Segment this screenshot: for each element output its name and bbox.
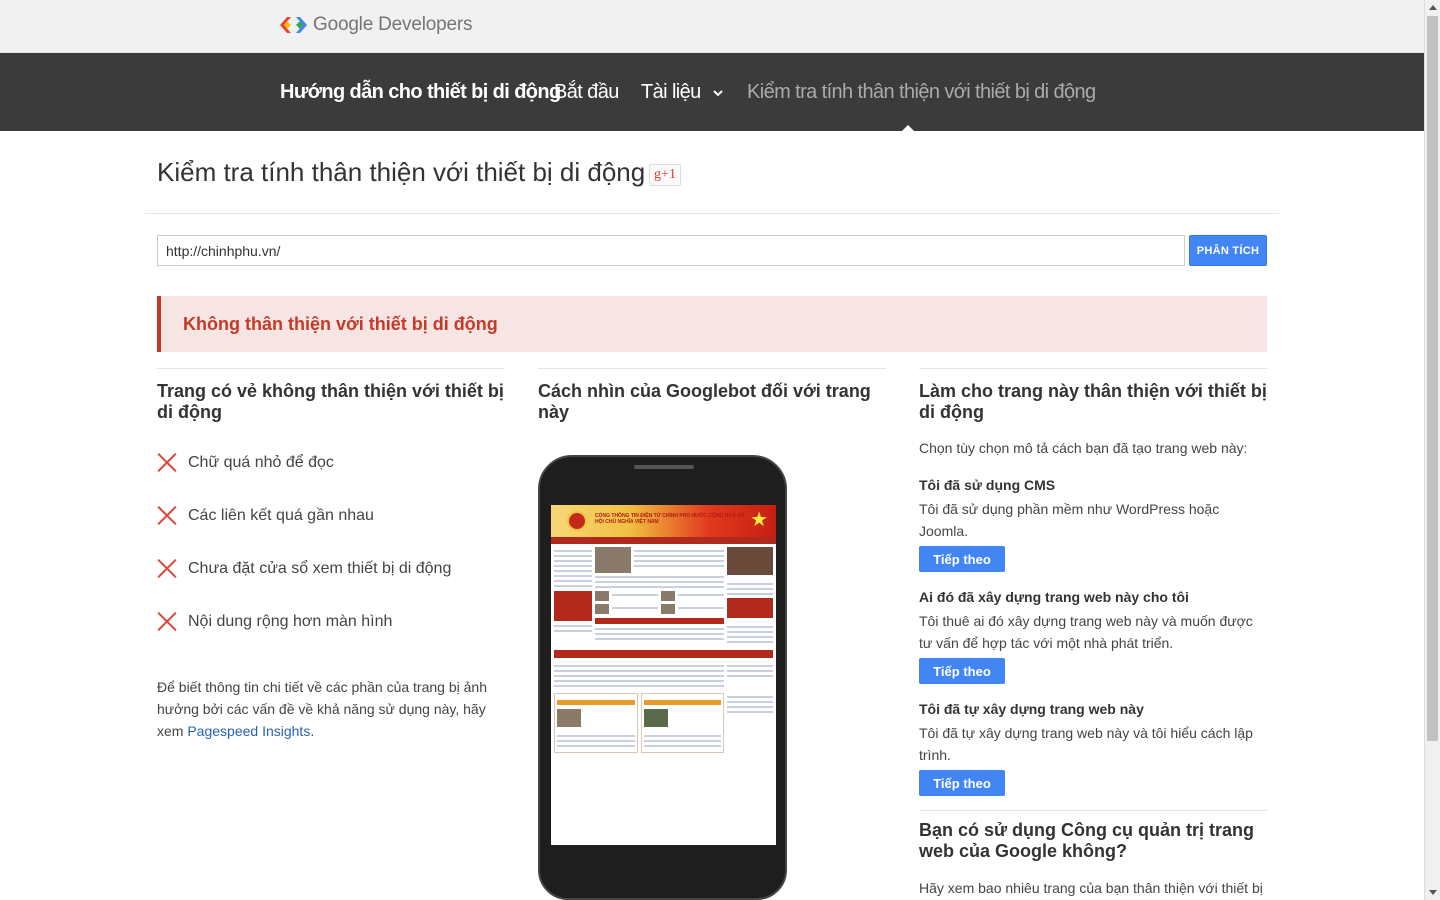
phone-speaker <box>634 465 694 469</box>
option-desc: Tôi đã tự xây dựng trang web này và tôi … <box>919 725 1253 763</box>
gplus-button[interactable]: g+1 <box>649 164 681 186</box>
result-banner-text: Không thân thiện với thiết bị di động <box>183 314 498 334</box>
fix-heading: Làm cho trang này thân thiện với thiết b… <box>919 368 1267 423</box>
x-icon <box>157 611 178 632</box>
scrollbar-thumb[interactable] <box>1427 16 1438 741</box>
x-icon <box>157 452 178 473</box>
screen-left-col <box>554 547 592 646</box>
divider <box>919 810 1267 811</box>
screen-body <box>551 544 776 756</box>
nav-start[interactable]: Bắt đầu <box>554 81 619 104</box>
detail-suffix: . <box>310 723 315 739</box>
nav-active-indicator <box>902 125 914 131</box>
flag-star-icon: ★ <box>750 509 768 531</box>
scrollbar[interactable] <box>1424 0 1440 900</box>
issue-item: Các liên kết quá gần nhau <box>157 505 374 526</box>
chevron-down-icon <box>712 90 723 97</box>
webmaster-tools-desc: Hãy xem bao nhiêu trang của bạn thân thi… <box>919 880 1263 896</box>
result-banner: Không thân thiện với thiết bị di động <box>157 296 1267 352</box>
top-bar: Google Developers <box>0 0 1424 53</box>
url-input[interactable] <box>157 235 1185 266</box>
developers-logo-icon <box>280 17 307 33</box>
nav-docs-label: Tài liệu <box>641 81 701 103</box>
screen-menu <box>551 537 776 544</box>
issue-item: Chưa đặt cửa sổ xem thiết bị di động <box>157 558 451 579</box>
emblem-icon <box>567 511 587 531</box>
screen-header-title: CỔNG THÔNG TIN ĐIỆN TỬ CHÍNH PHỦ NƯỚC CỘ… <box>595 513 745 525</box>
detail-text: Để biết thông tin chi tiết về các phần c… <box>157 676 502 742</box>
pagespeed-link[interactable]: Pagespeed Insights <box>187 723 310 739</box>
screen-main-col <box>595 547 724 646</box>
scroll-up-arrow-icon[interactable] <box>1429 5 1437 10</box>
issue-item: Chữ quá nhỏ để đọc <box>157 452 334 473</box>
option-desc: Tôi thuê ai đó xây dựng trang web này và… <box>919 613 1253 651</box>
next-button-self[interactable]: Tiếp theo <box>919 770 1005 796</box>
issue-text: Chữ quá nhỏ để đọc <box>188 453 334 471</box>
googlebot-heading: Cách nhìn của Googlebot đối với trang nà… <box>538 368 886 423</box>
issue-item: Nội dung rộng hơn màn hình <box>157 611 392 632</box>
x-icon <box>157 505 178 526</box>
page-title: Kiểm tra tính thân thiện với thiết bị di… <box>157 157 646 187</box>
next-button-hired[interactable]: Tiếp theo <box>919 658 1005 684</box>
phone-screen: CỔNG THÔNG TIN ĐIỆN TỬ CHÍNH PHỦ NƯỚC CỘ… <box>551 505 776 845</box>
screen-header: CỔNG THÔNG TIN ĐIỆN TỬ CHÍNH PHỦ NƯỚC CỘ… <box>551 505 776 537</box>
option-title: Tôi đã tự xây dựng trang web này <box>919 701 1144 717</box>
option-desc: Tôi đã sử dụng phần mềm như WordPress ho… <box>919 501 1220 539</box>
issue-text: Nội dung rộng hơn màn hình <box>188 612 393 630</box>
issues-heading: Trang có vẻ không thân thiện với thiết b… <box>157 368 505 423</box>
logo-text: Google Developers <box>313 14 473 35</box>
divider <box>145 213 1279 214</box>
nav-brand[interactable]: Hướng dẫn cho thiết bị di động <box>280 81 561 104</box>
analyze-button[interactable]: PHÂN TÍCH <box>1189 235 1267 266</box>
nav-current[interactable]: Kiểm tra tính thân thiện với thiết bị di… <box>747 81 1096 104</box>
x-icon <box>157 558 178 579</box>
nav-docs[interactable]: Tài liệu <box>641 81 724 104</box>
next-button-cms[interactable]: Tiếp theo <box>919 546 1005 572</box>
scroll-down-arrow-icon[interactable] <box>1429 890 1437 895</box>
option-title: Tôi đã sử dụng CMS <box>919 477 1056 493</box>
google-developers-logo[interactable]: Google Developers <box>280 13 472 37</box>
main-nav: Hướng dẫn cho thiết bị di động Bắt đầu T… <box>0 53 1424 131</box>
options-intro: Chọn tùy chọn mô tả cách bạn đã tạo tran… <box>919 440 1248 456</box>
issue-text: Chưa đặt cửa sổ xem thiết bị di động <box>188 559 452 577</box>
phone-preview: CỔNG THÔNG TIN ĐIỆN TỬ CHÍNH PHỦ NƯỚC CỘ… <box>538 455 787 900</box>
issue-text: Các liên kết quá gần nhau <box>188 506 374 524</box>
webmaster-tools-heading: Bạn có sử dụng Công cụ quản trị trang we… <box>919 820 1255 861</box>
screen-right-col <box>727 547 773 646</box>
option-title: Ai đó đã xây dựng trang web này cho tôi <box>919 589 1189 605</box>
